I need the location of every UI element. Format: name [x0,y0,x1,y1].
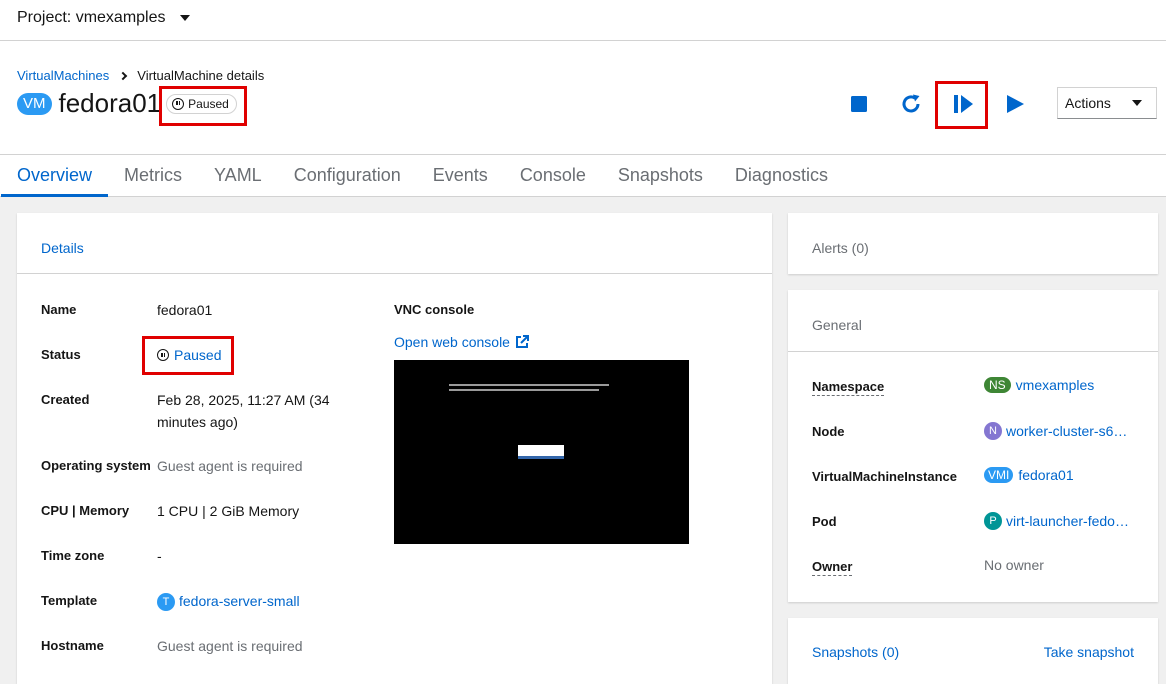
alerts-card: Alerts (0) [788,213,1158,274]
template-link[interactable]: fedora-server-small [179,593,300,609]
tab-console[interactable]: Console [504,155,602,197]
status-label: Status [41,347,81,362]
namespace-value[interactable]: NS vmexamples [984,377,1094,393]
vnc-console-title: VNC console [394,302,475,317]
external-link-icon [515,335,529,348]
pod-badge-icon: P [984,512,1002,530]
namespace-label[interactable]: Namespace [812,379,885,396]
open-web-console-label: Open web console [394,334,510,350]
vnc-boot-text [449,384,609,386]
tab-yaml[interactable]: YAML [198,155,278,197]
vmi-link[interactable]: fedora01 [1018,467,1073,483]
details-card: Details Name fedora01 Status Paused Crea… [17,213,772,684]
tab-configuration[interactable]: Configuration [278,155,417,197]
node-label: Node [812,424,845,439]
node-link[interactable]: worker-cluster-s6… [1006,423,1127,439]
breadcrumb-virtualmachines-link[interactable]: VirtualMachines [17,68,109,83]
os-label: Operating system [41,458,151,473]
project-selector[interactable]: Project: vmexamples [17,9,190,27]
vmi-label: VirtualMachineInstance [812,469,957,484]
vmi-badge-icon: VMI [984,467,1014,483]
vm-kind-badge: VM [17,92,52,115]
start-icon [1007,95,1024,113]
project-label: Project: vmexamples [17,9,166,26]
stop-button[interactable] [847,92,871,116]
timezone-label: Time zone [41,548,105,563]
breadcrumb-current: VirtualMachine details [137,68,265,83]
os-value: Guest agent is required [157,458,303,474]
actions-dropdown[interactable]: Actions [1057,87,1157,119]
name-label: Name [41,302,77,317]
project-bar: Project: vmexamples [0,0,1166,41]
snapshots-card: Snapshots (0) Take snapshot [788,618,1158,684]
template-badge-icon: T [157,593,175,612]
vmi-value[interactable]: VMI fedora01 [984,467,1074,483]
tab-metrics[interactable]: Metrics [108,155,198,197]
tab-bar: Overview Metrics YAML Configuration Even… [0,154,1166,197]
tab-snapshots[interactable]: Snapshots [602,155,719,197]
owner-label[interactable]: Owner [812,559,853,576]
status-value-text: Paused [174,347,222,363]
template-label: Template [41,593,98,608]
general-heading: General [812,317,862,333]
status-badge: Paused [166,93,237,114]
divider [788,351,1158,352]
restart-button[interactable] [899,92,923,116]
vnc-boot-text [449,389,599,391]
actions-label: Actions [1065,95,1111,111]
template-value[interactable]: Tfedora-server-small [157,590,300,612]
pod-label: Pod [812,514,837,529]
created-value: Feb 28, 2025, 11:27 AM (34 minutes ago) [157,392,330,430]
restart-icon [902,94,920,113]
take-snapshot-button[interactable]: Take snapshot [1044,644,1134,660]
breadcrumb: VirtualMachines VirtualMachine details [17,68,264,83]
snapshots-heading-link[interactable]: Snapshots (0) [812,644,899,660]
namespace-badge-icon: NS [984,377,1011,393]
cpu-memory-value: 1 CPU | 2 GiB Memory [157,503,300,519]
timezone-value: - [157,548,162,564]
pause-circle-icon [157,349,169,361]
general-card: General Namespace NS vmexamples Node Nwor… [788,290,1158,602]
status-badge-label: Paused [188,96,229,111]
caret-down-icon [179,15,190,21]
node-value[interactable]: Nworker-cluster-s6… [984,422,1127,440]
stop-icon [851,96,867,112]
pod-link[interactable]: virt-launcher-fedo… [1006,513,1129,529]
cpu-memory-label: CPU | Memory [41,503,130,518]
tab-overview[interactable]: Overview [1,155,109,197]
owner-value: No owner [984,557,1044,573]
caret-down-icon [1132,100,1142,106]
name-value: fedora01 [157,302,213,318]
tab-events[interactable]: Events [417,155,504,197]
vnc-boot-logo [518,445,564,459]
unpause-icon [954,95,973,113]
status-value[interactable]: Paused [157,344,221,366]
vnc-console-preview[interactable] [394,360,689,544]
namespace-link[interactable]: vmexamples [1016,377,1095,393]
node-badge-icon: N [984,422,1002,440]
hostname-label: Hostname [41,638,104,653]
created-label: Created [41,392,90,407]
unpause-button[interactable] [951,92,975,116]
chevron-right-icon [119,71,128,80]
alerts-heading: Alerts (0) [812,240,869,256]
page-title: fedora01 [58,88,162,118]
details-card-heading[interactable]: Details [17,213,772,274]
page-title-row: VM fedora01 Paused [17,88,237,119]
open-web-console-link[interactable]: Open web console [394,334,529,350]
pause-circle-icon [172,97,185,110]
pod-value[interactable]: Pvirt-launcher-fedo… [984,512,1129,530]
tab-diagnostics[interactable]: Diagnostics [719,155,844,197]
hostname-value: Guest agent is required [157,638,303,654]
start-button[interactable] [1003,92,1027,116]
